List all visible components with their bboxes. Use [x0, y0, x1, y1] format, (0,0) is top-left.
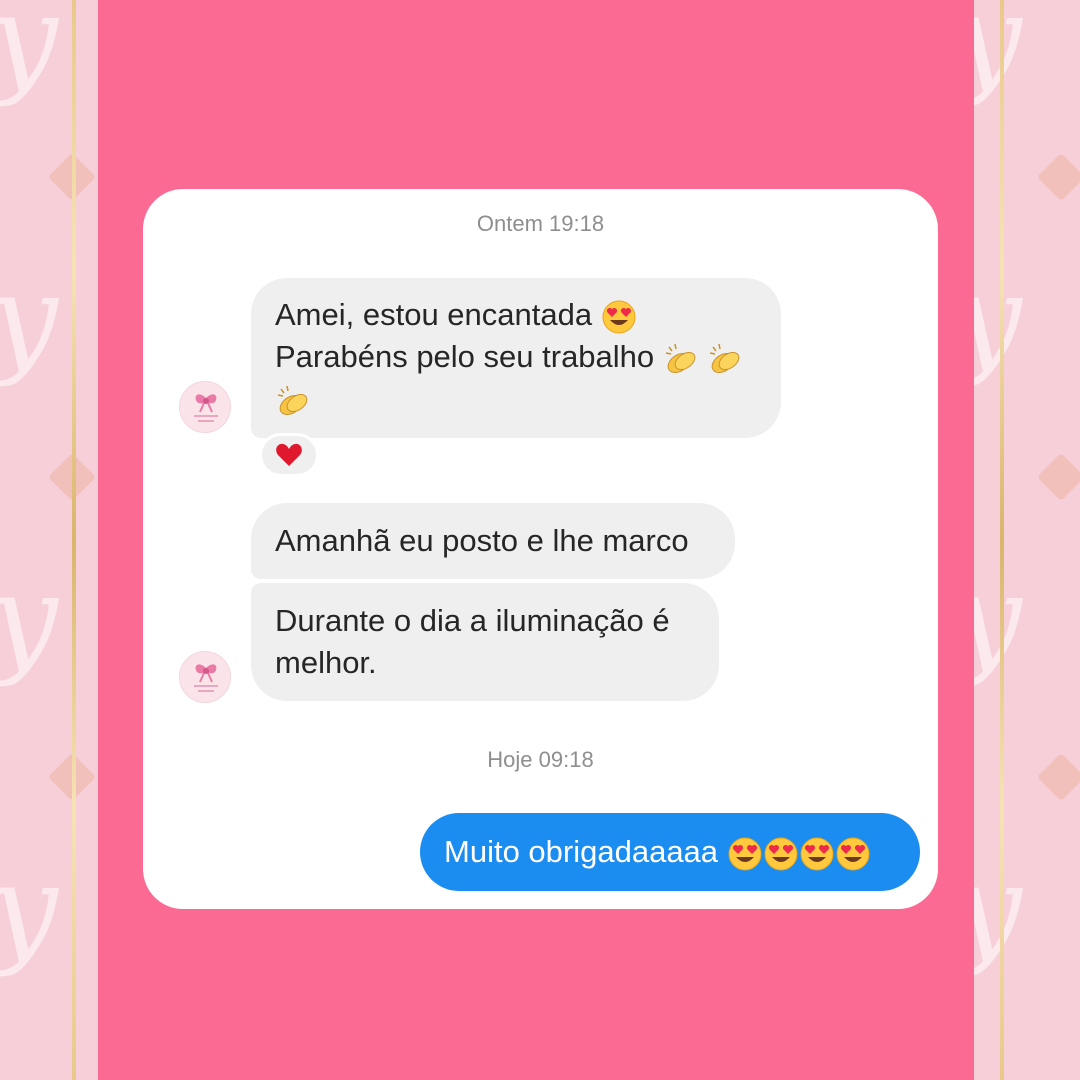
received-message-bubble[interactable]: Durante o dia a iluminação é melhor. [251, 583, 719, 701]
heart-reaction[interactable] [259, 433, 319, 477]
heart-eyes-emoji-icon [836, 837, 870, 871]
message-text: melhor. [275, 645, 377, 680]
right-decorative-strip: y y y y [974, 0, 1080, 1080]
gold-border-left [72, 0, 76, 1080]
heart-eyes-emoji-icon [728, 837, 762, 871]
sender-avatar[interactable] [179, 651, 231, 703]
message-text: Amei, estou encantada [275, 297, 593, 332]
heart-decoration [1036, 752, 1080, 802]
watermark-letter: y [974, 550, 1022, 689]
heart-decoration [1036, 452, 1080, 502]
red-heart-icon [276, 443, 302, 466]
message-text: Amanhã eu posto e lhe marco [275, 523, 689, 558]
watermark-letter: y [0, 840, 58, 979]
chat-screenshot-card: Ontem 19:18 Amei, estou encantada Parabé… [143, 189, 938, 909]
sender-avatar[interactable] [179, 381, 231, 433]
watermark-letter: y [974, 250, 1022, 389]
heart-eyes-emoji-icon [602, 300, 636, 334]
timestamp: Hoje 09:18 [487, 747, 594, 772]
watermark-letter: y [0, 550, 58, 689]
left-decorative-strip: y y y y [0, 0, 98, 1080]
clapping-hands-emoji-icon [277, 385, 308, 415]
message-text: Muito obrigadaaaaa [444, 834, 719, 869]
clapping-hands-emoji-icon [665, 343, 696, 373]
gold-border-right [1000, 0, 1004, 1080]
message-text: Parabéns pelo seu trabalho [275, 339, 655, 374]
timestamp: Ontem 19:18 [476, 211, 605, 236]
heart-eyes-emoji-icon [764, 837, 798, 871]
watermark-letter: y [0, 0, 58, 109]
watermark-letter: y [974, 0, 1022, 109]
watermark-letter: y [974, 840, 1022, 979]
heart-decoration [1036, 152, 1080, 202]
watermark-letter: y [0, 250, 58, 389]
clapping-hands-emoji-icon [710, 343, 740, 373]
sent-message-bubble[interactable]: Muito obrigadaaaaa [420, 813, 920, 891]
message-text: Durante o dia a iluminação é [275, 603, 670, 638]
received-message-bubble[interactable]: Amanhã eu posto e lhe marco [251, 503, 735, 579]
received-message-bubble[interactable]: Amei, estou encantada Parabéns pelo seu … [251, 278, 781, 438]
heart-eyes-emoji-icon [800, 837, 834, 871]
